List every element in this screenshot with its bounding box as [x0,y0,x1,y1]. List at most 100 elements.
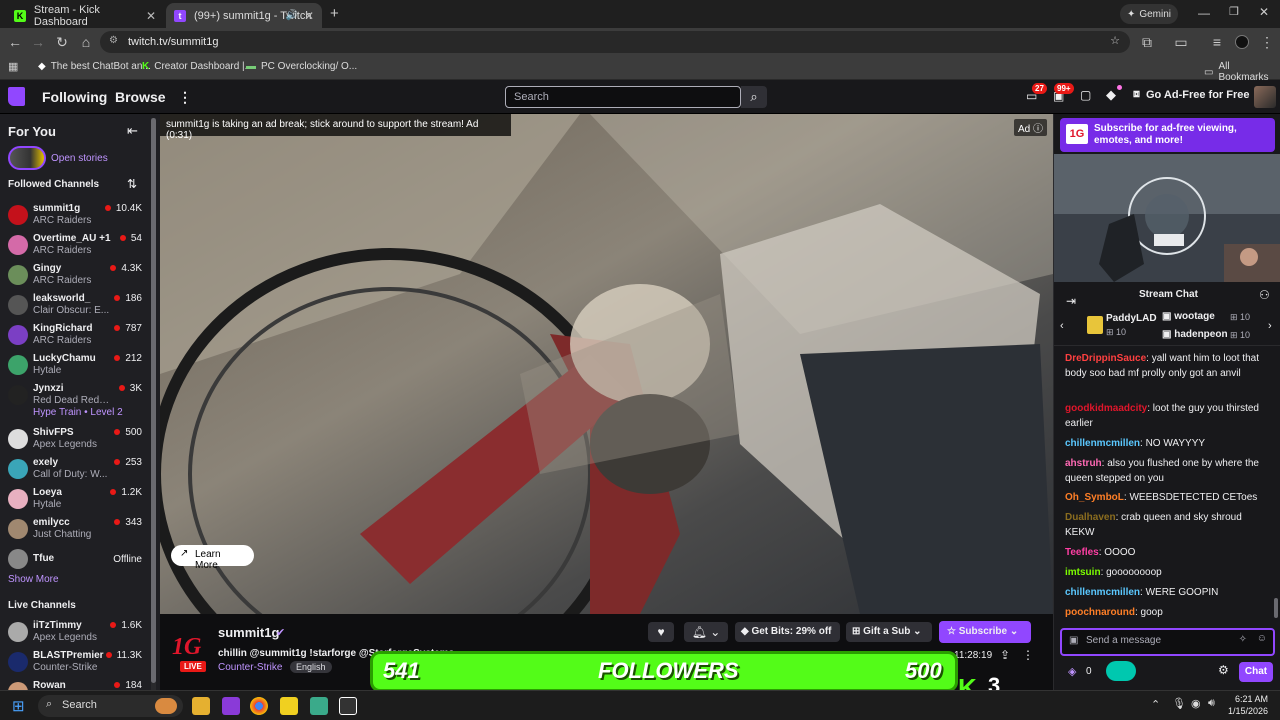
video-player[interactable]: summit1g is taking an ad break; stick ar… [160,114,1053,614]
windows-start-icon[interactable]: ⊞ [12,697,25,715]
speaker-icon[interactable]: 🔊 [286,10,298,21]
clock-date[interactable]: 1/15/2026 [1226,706,1268,716]
back-icon[interactable]: ← [6,33,24,51]
sidebar-item-blastpremier[interactable]: BLASTPremier Counter-Strike 11.3K [0,649,150,679]
more-options-icon[interactable]: ⋮ [1022,648,1034,662]
bookmark-creator-dashboard[interactable]: K Creator Dashboard |... [142,61,253,72]
close-window-icon[interactable]: ✕ [1259,5,1269,19]
emote-picker-icon[interactable]: ☺ [1257,633,1267,644]
home-icon[interactable]: ⌂ [77,33,95,51]
chat-username[interactable]: ahstruh [1065,458,1102,469]
crown-icon[interactable]: ◆ [1106,87,1116,103]
maximize-icon[interactable]: ❐ [1229,5,1239,18]
go-ad-free-button[interactable]: ⧈ Go Ad-Free for Free [1133,88,1250,101]
sidebar-scrollbar[interactable] [151,118,156,690]
chat-username[interactable]: Teefles [1065,547,1099,558]
subscribe-banner[interactable]: 1G Subscribe for ad-free viewing, emotes… [1060,118,1275,152]
whispers-icon[interactable]: ▢ [1080,88,1091,102]
open-stories-link[interactable]: Open stories [51,153,108,164]
sidebar-item-loeya[interactable]: Loeya Hytale 1.2K [0,486,150,516]
chat-username[interactable]: goodkidmaadcity [1065,403,1147,414]
sticky-notes-icon[interactable] [280,697,298,715]
sidebar-item-tfue[interactable]: Tfue Offline [0,546,150,576]
sidebar-item-leaksworld-[interactable]: leaksworld_ Clair Obscur: E... 186 [0,292,150,322]
chat-scrollbar[interactable] [1274,598,1278,618]
community-icon[interactable]: ⚇ [1259,288,1270,302]
chevron-left-icon[interactable]: ‹ [1060,320,1064,332]
profile-avatar[interactable] [1235,35,1249,49]
chat-send-button[interactable]: Chat [1239,662,1273,682]
sidebar-item-exely[interactable]: exely Call of Duty: W... 253 [0,456,150,486]
ad-label[interactable]: Ad ⓘ [1013,119,1047,136]
learn-more-button[interactable]: ↗ Learn More [171,545,254,571]
collapse-chat-icon[interactable]: ⇥ [1066,294,1076,308]
tab-twitch-summit1g[interactable]: t (99+) summit1g - Twitch 🔊 ✕ [166,3,322,28]
more-dots-icon[interactable]: ⋮ [178,89,192,106]
user-avatar[interactable] [1254,86,1276,108]
scrollbar-thumb[interactable] [151,118,156,683]
menu-dots-icon[interactable]: ⋮ [1258,33,1276,51]
channel-points-icon[interactable]: ◈ [1068,665,1076,678]
gemini-button[interactable]: ✦ Gemini [1120,4,1178,24]
chevron-right-icon[interactable]: › [1268,320,1272,332]
nav-browse[interactable]: Browse [115,89,166,105]
media-icon[interactable]: ≡ [1208,33,1226,51]
sidebar-item-overtime-au-1[interactable]: Overtime_AU +1 ARC Raiders 54 [0,232,150,262]
volume-icon[interactable]: 🔊︎ [1208,697,1215,710]
bookmark-star-icon[interactable]: ☆ [1110,34,1120,47]
sidebar-item-summit1g[interactable]: summit1g ARC Raiders 10.4K [0,202,150,232]
sidebar-item-gingy[interactable]: Gingy ARC Raiders 4.3K [0,262,150,292]
url-input[interactable]: ⚙ twitch.tv/summit1g ☆ [100,31,1130,53]
chat-username[interactable]: imtsuin [1065,567,1101,578]
sidebar-item-iitztimmy[interactable]: iiTzTimmy Apex Legends 1.6K [0,619,150,649]
gift-sub-button[interactable]: ⊞ Gift a Sub ⌄ [846,622,932,642]
site-info-icon[interactable]: ⚙ [109,35,118,46]
share-icon[interactable]: ⇪ [1000,648,1010,662]
get-bits-button[interactable]: ◆ Get Bits: 29% off [735,622,840,642]
search-icon[interactable]: ⌕ [741,86,767,108]
stories-avatars[interactable] [8,146,46,170]
bits-cheer-icon[interactable]: ✧ [1239,634,1247,645]
bookmark-chatbot[interactable]: ◆ The best ChatBot an... [38,61,151,72]
chat-username[interactable]: Dualhaven [1065,512,1116,523]
forward-icon[interactable]: → [29,33,47,51]
chat-input[interactable]: ▣ Send a message ✧ ☺ [1060,628,1275,656]
sidebar-item-luckychamu[interactable]: LuckyChamu Hytale 212 [0,352,150,382]
new-tab-icon[interactable]: + [330,5,339,22]
taskbar-search[interactable]: ⌕ Search [38,695,183,717]
chat-settings-icon[interactable]: ⚙ [1218,663,1229,677]
extensions-icon[interactable]: ⧉ [1138,33,1156,51]
sidebar-item-kingrichard[interactable]: KingRichard ARC Raiders 787 [0,322,150,352]
collapse-sidebar-icon[interactable]: ⇤ [127,123,138,139]
bookmark-pc-overclocking[interactable]: ▬ PC Overclocking/ O... [246,61,357,72]
app-icon[interactable] [310,697,328,715]
obs-icon[interactable] [339,697,357,715]
clock-time[interactable]: 6:21 AM [1228,694,1268,704]
file-explorer-icon[interactable] [192,697,210,715]
reload-icon[interactable]: ↻ [53,33,71,51]
chat-username[interactable]: poochnaround [1065,607,1135,618]
network-icon[interactable]: ◉ [1191,697,1201,710]
tab-kick-dashboard[interactable]: K Stream - Kick Dashboard ✕ [6,3,164,28]
minimize-icon[interactable]: — [1198,6,1210,20]
chat-username[interactable]: chillenmcmillen [1065,587,1140,598]
app-icon[interactable] [222,697,240,715]
channel-points-claim-button[interactable] [1106,661,1136,681]
tray-chevron-icon[interactable]: ⌃ [1151,698,1160,711]
mini-stream-preview[interactable] [1054,154,1280,282]
chat-username[interactable]: DreDrippinSauce [1065,353,1146,364]
follow-heart-button[interactable]: ♥ [648,622,674,642]
search-input[interactable]: Search [505,86,741,108]
sidebar-item-jynxzi[interactable]: Jynxzi Red Dead Rede... 3K Hype Train • Lev… [0,382,150,418]
twitch-logo-icon[interactable] [8,87,25,106]
show-more-link[interactable]: Show More [8,574,59,585]
sidebar-item-shivfps[interactable]: ShivFPS Apex Legends 500 [0,426,150,456]
sidebar-item-rowan[interactable]: Rowan 184 [0,679,150,690]
subscribe-button[interactable]: ☆ Subscribe ⌄ [939,621,1031,643]
close-tab-icon[interactable]: ✕ [146,9,156,23]
chrome-icon[interactable] [250,697,268,715]
info-icon[interactable]: ⓘ [1033,124,1043,135]
tag-english[interactable]: English [290,661,332,673]
channel-name[interactable]: summit1g [218,625,279,640]
summit1g-channel-logo[interactable]: 1G [172,634,210,662]
